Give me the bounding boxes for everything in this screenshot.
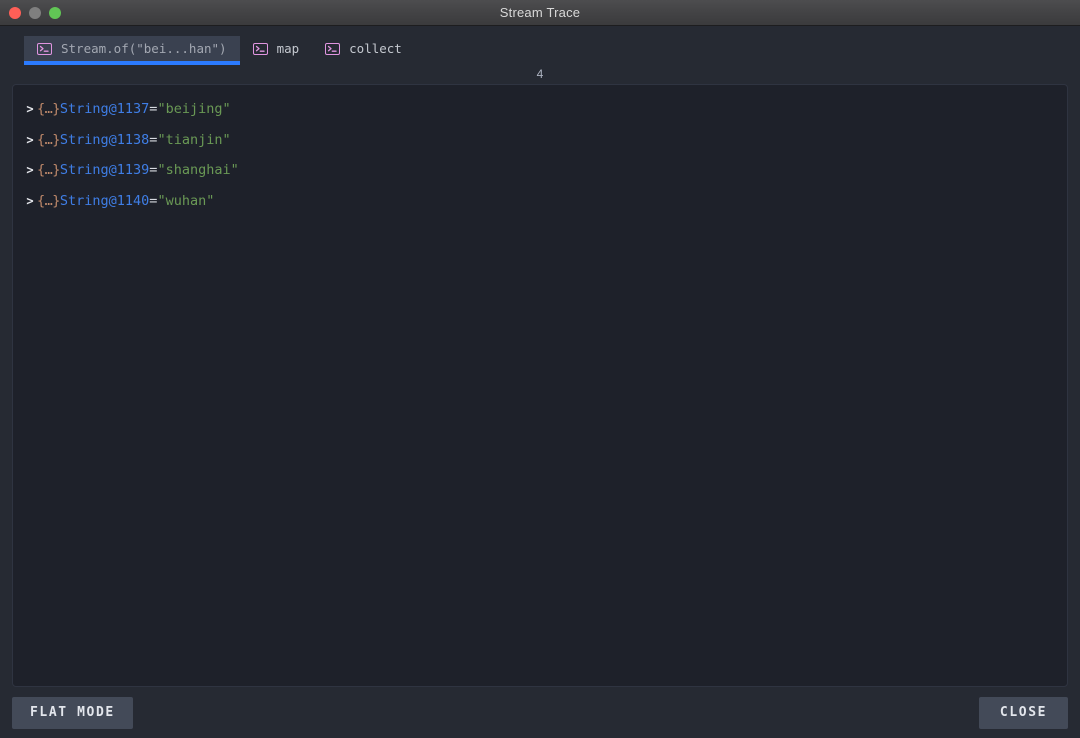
equals-sign: = xyxy=(149,131,158,148)
tab-label: map xyxy=(276,41,300,56)
maximize-window-button[interactable] xyxy=(49,6,61,19)
window-title: Stream Trace xyxy=(499,5,581,20)
close-button[interactable]: CLOSE xyxy=(979,696,1068,729)
console-icon xyxy=(252,42,268,55)
equals-sign: = xyxy=(149,101,158,118)
console-icon xyxy=(37,42,52,55)
element-count-row: 4 xyxy=(0,63,1080,84)
element-count: 4 xyxy=(536,66,544,81)
table-row[interactable]: > {…} String@1137 = "beijing" xyxy=(13,94,1067,125)
variable-name: String@1137 xyxy=(59,101,150,118)
expand-chevron-icon[interactable]: > xyxy=(23,133,37,147)
tab-map[interactable]: map xyxy=(240,36,313,61)
title-bar: Stream Trace xyxy=(0,0,1080,26)
expand-chevron-icon[interactable]: > xyxy=(23,194,37,208)
object-brace-icon: {…} xyxy=(37,131,60,148)
minimize-window-button[interactable] xyxy=(29,6,41,19)
table-row[interactable]: > {…} String@1138 = "tianjin" xyxy=(13,125,1067,156)
variable-value: "wuhan" xyxy=(157,192,215,209)
object-brace-icon: {…} xyxy=(37,192,60,209)
object-brace-icon: {…} xyxy=(37,101,60,118)
variable-value: "shanghai" xyxy=(157,162,239,179)
expand-chevron-icon[interactable]: > xyxy=(23,102,37,116)
tab-label: Stream.of("bei...han") xyxy=(61,41,227,56)
console-icon xyxy=(325,42,341,55)
table-row[interactable]: > {…} String@1140 = "wuhan" xyxy=(13,186,1067,217)
tab-collect[interactable]: collect xyxy=(312,36,415,61)
stream-stage-tabs: Stream.of("bei...han") map collect xyxy=(0,26,1080,65)
object-brace-icon: {…} xyxy=(37,162,60,179)
equals-sign: = xyxy=(149,192,158,209)
variable-value: "beijing" xyxy=(157,101,231,118)
expand-chevron-icon[interactable]: > xyxy=(23,163,37,177)
tab-label: collect xyxy=(349,41,402,56)
table-row[interactable]: > {…} String@1139 = "shanghai" xyxy=(13,155,1067,186)
variable-name: String@1140 xyxy=(59,192,150,209)
variable-name: String@1139 xyxy=(59,162,150,179)
variable-value: "tianjin" xyxy=(157,131,231,148)
tab-stream-of[interactable]: Stream.of("bei...han") xyxy=(24,36,240,65)
traffic-light-group xyxy=(0,6,61,19)
variable-name: String@1138 xyxy=(59,131,150,148)
close-window-button[interactable] xyxy=(9,6,21,19)
flat-mode-button[interactable]: FLAT MODE xyxy=(12,696,133,729)
trace-values-panel[interactable]: > {…} String@1137 = "beijing" > {…} Stri… xyxy=(12,84,1068,687)
stream-trace-window: Stream Trace Stream.of("bei...han") map xyxy=(0,0,1080,738)
footer-bar: FLAT MODE CLOSE xyxy=(0,687,1080,738)
equals-sign: = xyxy=(149,162,158,179)
